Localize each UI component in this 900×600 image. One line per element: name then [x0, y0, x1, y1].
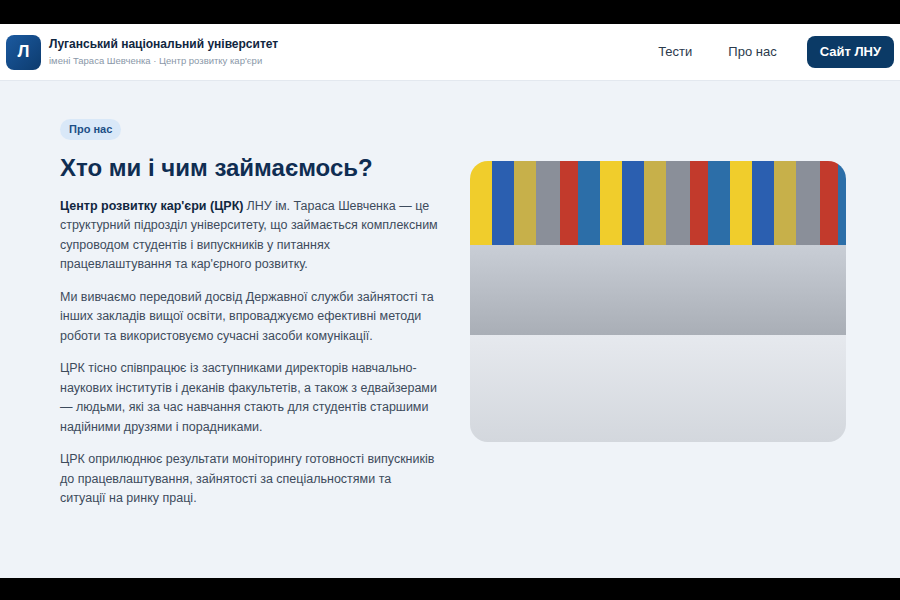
bottom-edge	[0, 578, 900, 600]
brand-subtitle: імені Тараса Шевченка · Центр розвитку к…	[49, 55, 278, 67]
brand-title: Луганський національний університет	[49, 37, 278, 53]
group-photo	[470, 161, 846, 442]
photo-column	[470, 116, 846, 522]
intro-paragraph: Центр розвитку кар'єри (ЦРК)ЛНУ ім. Тара…	[60, 197, 438, 275]
about-text: Про нас Хто ми і чим займаємось? Центр роз…	[60, 116, 438, 522]
site-button[interactable]: Сайт ЛНУ	[807, 36, 894, 68]
nav-link[interactable]: Про нас	[718, 38, 786, 66]
brand[interactable]: Л Луганський національний університет імен…	[6, 35, 278, 70]
section-badge: Про нас	[60, 119, 121, 140]
app: Л Луганський національний університет імен…	[0, 24, 900, 578]
section-heading: Хто ми і чим займаємось?	[60, 154, 438, 183]
top-edge	[0, 0, 900, 24]
logo-icon: Л	[6, 35, 41, 70]
main-nav: Тести Про нас Сайт ЛНУ	[648, 36, 894, 68]
top-bar: Л Луганський національний університет імен…	[0, 24, 900, 80]
intro-strong: Центр розвитку кар'єри (ЦРК)	[60, 199, 243, 213]
paragraph: Ми вивчаємо передовий досвід Державної с…	[60, 288, 438, 347]
nav-link[interactable]: Тести	[648, 38, 702, 66]
about-section: Про нас Хто ми і чим займаємось? Центр роз…	[0, 80, 900, 522]
brand-text: Луганський національний університет імені…	[49, 37, 278, 67]
paragraph: ЦРК тісно співпрацює із заступниками дир…	[60, 359, 438, 437]
paragraph: ЦРК оприлюднює результати моніторингу го…	[60, 450, 438, 509]
